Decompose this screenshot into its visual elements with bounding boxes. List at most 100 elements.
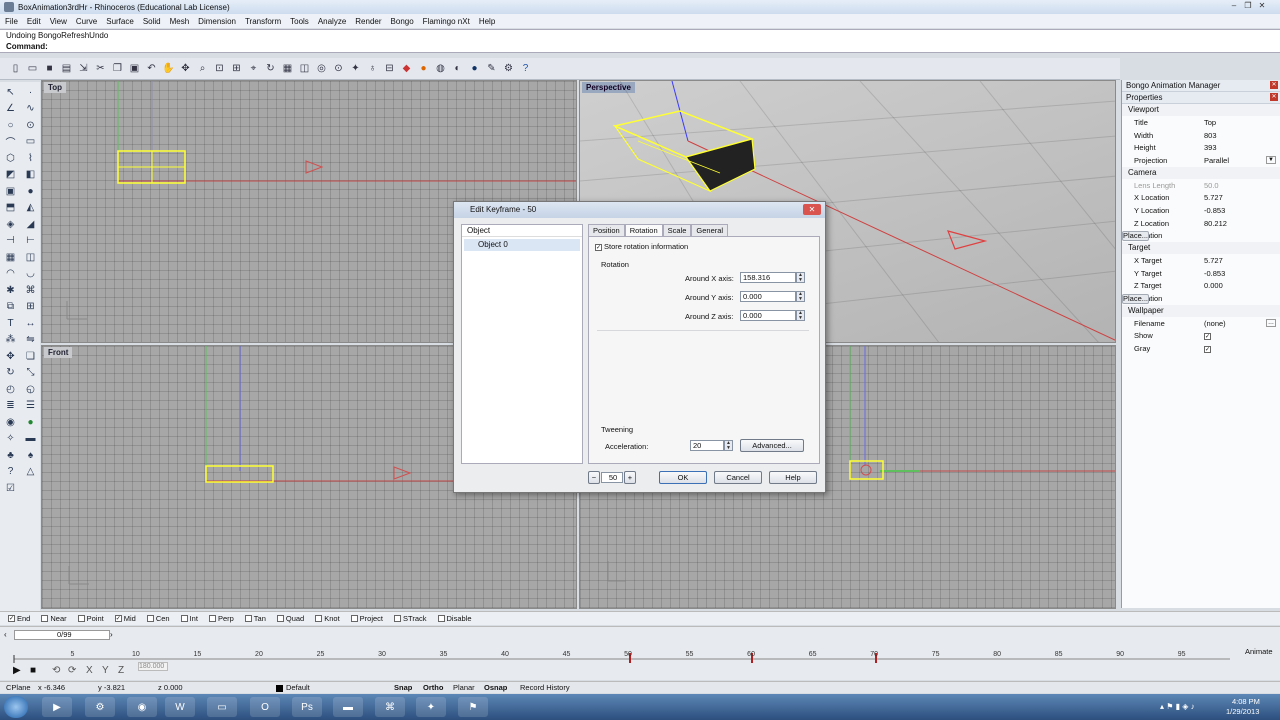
osnap-mid[interactable]: ✓ Mid	[114, 614, 136, 623]
menu-solid[interactable]: Solid	[143, 17, 161, 26]
polygon-icon[interactable]: ⬡	[1, 150, 20, 167]
explorer-icon[interactable]: ▭	[207, 697, 237, 717]
ortho-toggle[interactable]: Ortho	[423, 682, 443, 694]
osnap-cen-checkbox[interactable]	[146, 615, 154, 622]
help-icon[interactable]: ?	[518, 61, 533, 76]
shaded-icon[interactable]: ●	[416, 61, 431, 76]
prop-filename[interactable]: Filename (none)…	[1122, 317, 1280, 330]
prop-z-location[interactable]: Z Location 80.212	[1122, 217, 1280, 230]
show-checkbox[interactable]: ✓	[1204, 331, 1280, 340]
timeline-prev-icon[interactable]: ‹	[4, 630, 7, 639]
menu-edit[interactable]: Edit	[27, 17, 41, 26]
move-icon[interactable]: ✥	[1, 348, 20, 365]
x-axis-input[interactable]: 158.316	[740, 272, 796, 283]
print-icon[interactable]: ▤	[59, 61, 74, 76]
prop-value[interactable]: Top	[1204, 118, 1280, 127]
light-icon[interactable]: ✦	[348, 61, 363, 76]
menu-surface[interactable]: Surface	[106, 17, 134, 26]
camera-place-button[interactable]: Place...	[1122, 230, 1150, 241]
explode-icon[interactable]: ✱	[1, 282, 20, 299]
osnap-strack-checkbox[interactable]	[394, 615, 402, 622]
store-rotation-checkbox[interactable]: ✓	[595, 243, 602, 251]
frame-input[interactable]: 50	[601, 472, 623, 483]
help-button[interactable]: Help	[769, 471, 817, 484]
minimize-icon[interactable]: –	[1228, 1, 1240, 12]
ungroup-icon[interactable]: ⊞	[21, 299, 40, 316]
split-icon[interactable]: ⊣	[1, 233, 20, 250]
word-icon[interactable]: W	[165, 697, 195, 717]
menu-file[interactable]: File	[5, 17, 18, 26]
osnap-knot[interactable]: Knot	[315, 614, 340, 623]
save-icon[interactable]: ■	[42, 61, 57, 76]
ghost-icon[interactable]: ◐	[450, 61, 465, 76]
new-file-icon[interactable]: ▯	[8, 61, 23, 76]
osnap-knot-checkbox[interactable]	[315, 615, 323, 622]
osnap-toggle[interactable]: Osnap	[484, 682, 507, 694]
z-axis-icon[interactable]: Z	[118, 665, 124, 676]
acceleration-input[interactable]: 20	[690, 440, 724, 451]
prop-value[interactable]: 803	[1204, 131, 1280, 140]
properties-header[interactable]: Properties ✕	[1122, 92, 1280, 104]
refresh-icon[interactable]: ⟳	[68, 665, 76, 676]
ellipse-icon[interactable]: ⊙	[21, 117, 40, 134]
point-icon[interactable]: ·	[21, 84, 40, 101]
menu-analyze[interactable]: Analyze	[318, 17, 346, 26]
prop-value[interactable]: (none)	[1204, 319, 1266, 328]
cone-icon[interactable]: △	[21, 464, 40, 481]
prop-value[interactable]: -0.853	[1204, 206, 1280, 215]
object-item[interactable]: Object 0	[464, 239, 580, 251]
prop-value[interactable]: -0.853	[1204, 269, 1280, 278]
help-tool-icon[interactable]: ?	[1, 464, 20, 481]
dialog-title-bar[interactable]: Edit Keyframe - 50 ✕	[454, 202, 825, 218]
bulb-icon[interactable]: ♁	[365, 61, 380, 76]
y-axis-icon[interactable]: Y	[102, 665, 109, 676]
firefox-icon[interactable]: ◉	[127, 697, 157, 717]
osnap-perp-checkbox[interactable]	[208, 615, 216, 622]
tray-icons[interactable]: ▴ ⚑ ▮ ◈ ♪	[1160, 702, 1195, 711]
tab-scale[interactable]: Scale	[662, 224, 692, 236]
menu-tools[interactable]: Tools	[290, 17, 309, 26]
menu-transform[interactable]: Transform	[245, 17, 281, 26]
viewport-section[interactable]: Viewport	[1122, 104, 1280, 116]
utilities-icon[interactable]: ⚙	[85, 697, 115, 717]
camera-section[interactable]: Camera	[1122, 166, 1280, 179]
stop-icon[interactable]: ■	[30, 665, 36, 676]
polyline-icon[interactable]: ∠	[1, 101, 20, 118]
start-button-icon[interactable]	[4, 696, 28, 718]
cut-icon[interactable]: ✂	[93, 61, 108, 76]
osnap-quad[interactable]: Quad	[276, 614, 304, 623]
x-axis-spinner[interactable]: ▲ ▼	[796, 272, 805, 283]
prop-y-target[interactable]: Y Target -0.853	[1122, 267, 1280, 280]
dropdown-arrow-icon[interactable]: ▼	[1266, 156, 1276, 165]
x-axis-icon[interactable]: X	[86, 665, 93, 676]
group-icon[interactable]: ⧉	[1, 299, 20, 316]
osnap-end[interactable]: ✓ End	[8, 614, 30, 623]
close-properties-icon[interactable]: ✕	[1270, 93, 1278, 101]
prop-value[interactable]: 5.727	[1204, 256, 1280, 265]
prop-height[interactable]: Height 393	[1122, 141, 1280, 154]
prop-y-location[interactable]: Y Location -0.853	[1122, 204, 1280, 217]
prop-value[interactable]: 5.727	[1204, 193, 1280, 202]
select-icon[interactable]: ⊙	[331, 61, 346, 76]
lock-icon[interactable]: ⊟	[382, 61, 397, 76]
freeform-icon[interactable]: ⌇	[21, 150, 40, 167]
target-place-button[interactable]: Place...	[1122, 293, 1150, 304]
terminal-icon[interactable]: ▬	[333, 697, 363, 717]
rotate-view-icon[interactable]: ↻	[263, 61, 278, 76]
browse-icon[interactable]: …	[1266, 319, 1276, 328]
prop-x-target[interactable]: X Target 5.727	[1122, 254, 1280, 267]
fillet-icon[interactable]: ◢	[21, 216, 40, 233]
menu-bongo[interactable]: Bongo	[391, 17, 414, 26]
properties-icon[interactable]: ☰	[21, 398, 40, 415]
layer-name[interactable]: Default	[286, 682, 310, 694]
menu-mesh[interactable]: Mesh	[170, 17, 190, 26]
prop-value[interactable]: 80.212	[1204, 219, 1280, 228]
surface-icon[interactable]: ◩	[1, 167, 20, 184]
osnap-int[interactable]: Int	[180, 614, 198, 623]
osnap-end-checkbox[interactable]: ✓	[8, 615, 15, 622]
render-settings-icon[interactable]: ✎	[484, 61, 499, 76]
osnap-mid-checkbox[interactable]: ✓	[114, 615, 122, 622]
circle-icon[interactable]: ○	[1, 117, 20, 134]
clock-time[interactable]: 4:08 PM	[1232, 697, 1260, 706]
osnap-int-checkbox[interactable]	[180, 615, 188, 622]
